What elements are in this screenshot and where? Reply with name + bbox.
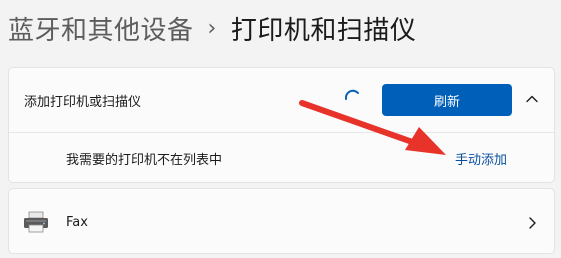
breadcrumb-parent[interactable]: 蓝牙和其他设备 [8,10,194,47]
add-printer-title: 添加打印机或扫描仪 [24,94,142,110]
device-name: Fax [66,214,88,230]
missing-printer-row: 我需要的打印机不在列表中 手动添加 [9,132,554,184]
add-printer-panel: 添加打印机或扫描仪 刷新 我需要的打印机不在列表中 手动添加 [8,67,555,183]
manual-add-link[interactable]: 手动添加 [455,149,507,168]
printer-icon [24,211,48,233]
breadcrumb: 蓝牙和其他设备 › 打印机和扫描仪 [8,8,416,48]
fax-row[interactable]: Fax [9,189,554,255]
device-item-fax[interactable]: Fax [8,188,555,254]
missing-printer-text: 我需要的打印机不在列表中 [66,152,223,168]
chevron-right-icon [529,217,536,229]
refresh-button[interactable]: 刷新 [382,84,512,116]
chevron-up-icon[interactable] [525,92,539,106]
loading-spinner-icon [344,89,359,100]
breadcrumb-separator: › [207,15,217,41]
add-printer-header[interactable]: 添加打印机或扫描仪 刷新 [9,68,554,133]
page-title: 打印机和扫描仪 [230,15,417,46]
